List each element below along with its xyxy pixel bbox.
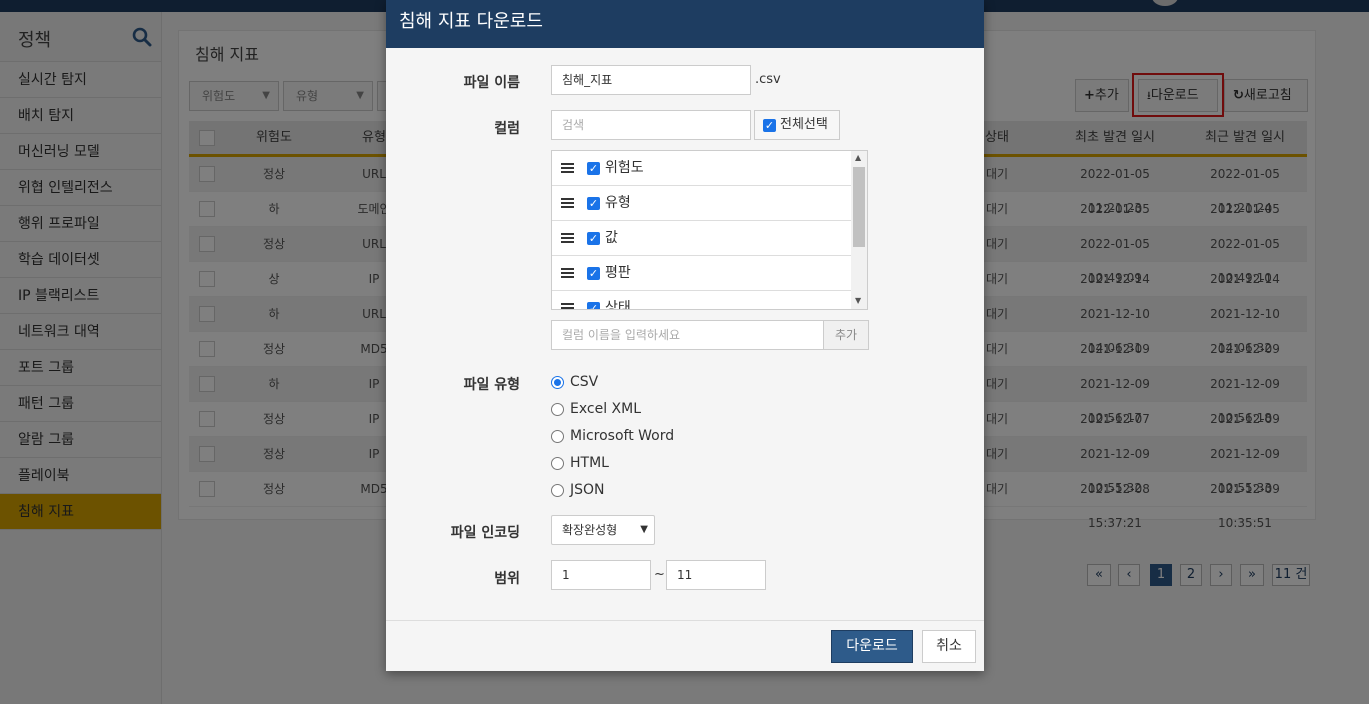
column-search-input[interactable]: 검색: [551, 110, 751, 140]
column-item[interactable]: ✓ 상태: [552, 291, 851, 310]
select-all-button[interactable]: ✓ 전체선택: [754, 110, 840, 140]
scrollbar-thumb[interactable]: [853, 167, 865, 247]
column-item[interactable]: ✓ 값: [552, 221, 851, 256]
column-add-button[interactable]: 추가: [823, 320, 869, 350]
column-checkbox[interactable]: ✓: [587, 197, 600, 210]
file-type-radio-csv[interactable]: [551, 376, 564, 389]
encoding-select[interactable]: 확장완성형 ▼: [551, 515, 655, 545]
column-item[interactable]: ✓ 평판: [552, 256, 851, 291]
file-type-label-word[interactable]: Microsoft Word: [570, 428, 674, 444]
column-list[interactable]: ✓ 위험도 ✓ 유형 ✓ 값 ✓ 평판 ✓ 상태 ▲ ▼: [551, 150, 868, 310]
drag-handle-icon[interactable]: [561, 268, 574, 278]
column-item-label: 평판: [605, 265, 631, 281]
select-all-label: 전체선택: [780, 117, 828, 132]
column-checkbox[interactable]: ✓: [587, 232, 600, 245]
scroll-down-icon[interactable]: ▼: [855, 296, 861, 305]
column-list-scrollbar[interactable]: ▲ ▼: [851, 151, 867, 309]
drag-handle-icon[interactable]: [561, 303, 574, 309]
encoding-label: 파일 인코딩: [450, 525, 520, 541]
column-item-label: 상태: [605, 300, 631, 310]
select-all-check-icon: ✓: [763, 119, 776, 132]
submit-download-button[interactable]: 다운로드: [831, 630, 913, 663]
download-modal: 침해 지표 다운로드 파일 이름 침해_지표 .csv 컬럼 검색 ✓ 전체선택…: [386, 0, 984, 671]
file-type-label-csv[interactable]: CSV: [570, 374, 598, 390]
file-type-radio-html[interactable]: [551, 457, 564, 470]
file-name-input[interactable]: 침해_지표: [551, 65, 751, 95]
drag-handle-icon[interactable]: [561, 163, 574, 173]
file-type-radio-excel[interactable]: [551, 403, 564, 416]
range-label: 범위: [494, 571, 520, 587]
range-from-input[interactable]: 1: [551, 560, 651, 590]
column-label: 컬럼: [494, 121, 520, 137]
file-type-radio-word[interactable]: [551, 430, 564, 443]
scroll-up-icon[interactable]: ▲: [855, 153, 861, 162]
file-name-label: 파일 이름: [463, 75, 520, 91]
column-item-label: 유형: [605, 195, 631, 211]
column-checkbox[interactable]: ✓: [587, 302, 600, 309]
file-type-label-excel[interactable]: Excel XML: [570, 401, 641, 417]
column-checkbox[interactable]: ✓: [587, 267, 600, 280]
column-item-label: 값: [605, 230, 618, 246]
column-item[interactable]: ✓ 위험도: [552, 151, 851, 186]
file-type-radio-json[interactable]: [551, 484, 564, 497]
cancel-button[interactable]: 취소: [922, 630, 976, 663]
column-item-label: 위험도: [605, 160, 644, 176]
encoding-value: 확장완성형: [562, 523, 618, 537]
range-to-input[interactable]: 11: [666, 560, 766, 590]
drag-handle-icon[interactable]: [561, 198, 574, 208]
drag-handle-icon[interactable]: [561, 233, 574, 243]
file-type-label: 파일 유형: [463, 377, 520, 393]
column-item[interactable]: ✓ 유형: [552, 186, 851, 221]
column-name-input[interactable]: 컬럼 이름을 입력하세요: [551, 320, 824, 350]
chevron-down-icon: ▼: [640, 524, 648, 535]
file-type-label-html[interactable]: HTML: [570, 455, 609, 471]
file-type-label-json[interactable]: JSON: [570, 482, 605, 498]
range-separator: ~: [654, 567, 665, 582]
modal-title: 침해 지표 다운로드: [386, 0, 984, 48]
column-checkbox[interactable]: ✓: [587, 162, 600, 175]
file-extension: .csv: [755, 72, 781, 87]
